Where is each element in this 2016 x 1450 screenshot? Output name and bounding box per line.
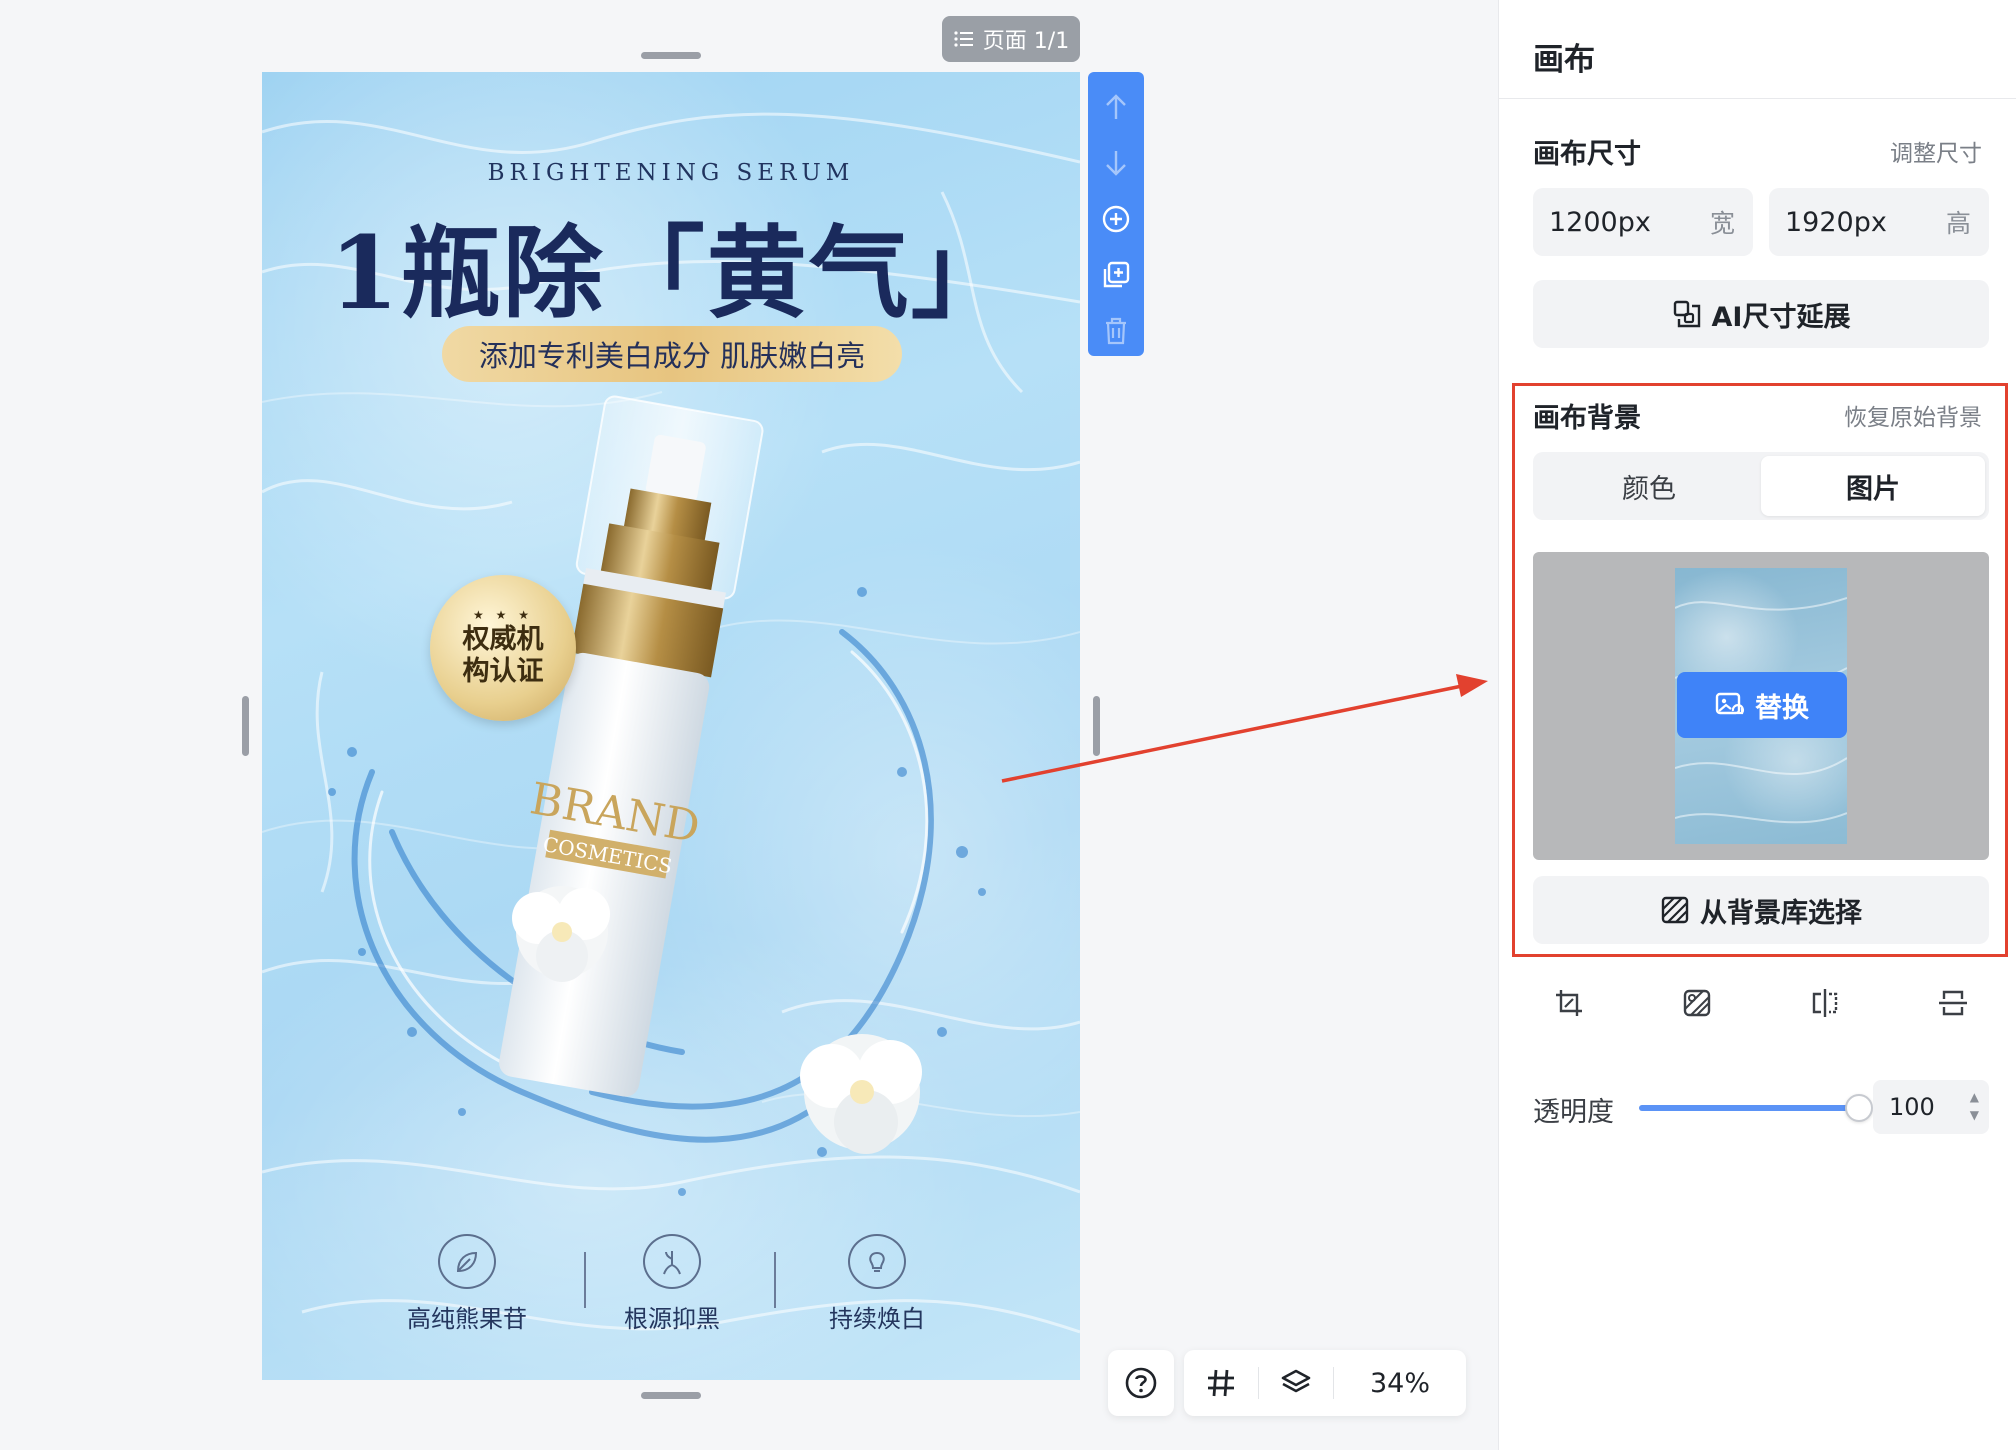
width-value: 1200px xyxy=(1549,206,1651,238)
trash-icon[interactable] xyxy=(1096,306,1136,356)
opacity-input[interactable]: 100 ▲ ▼ xyxy=(1873,1080,1989,1134)
zoom-controls: 34% xyxy=(1184,1350,1466,1416)
opacity-value: 100 xyxy=(1889,1093,1935,1121)
stepper-icon[interactable]: ▲ ▼ xyxy=(1970,1088,1979,1124)
arrow-up-icon[interactable] xyxy=(1096,82,1136,132)
height-input[interactable]: 1920px 高 xyxy=(1769,188,1989,256)
resize-link[interactable]: 调整尺寸 xyxy=(1890,134,1982,168)
ai-resize-label: AI尺寸延展 xyxy=(1711,301,1851,333)
question-icon xyxy=(1125,1367,1157,1399)
panel-title: 画布 xyxy=(1533,42,1595,78)
seal-line-1: 权威机 xyxy=(462,624,544,655)
leaf-icon xyxy=(438,1234,496,1289)
flower-right xyxy=(800,1034,922,1154)
page-indicator[interactable]: 页面 1/1 xyxy=(942,16,1080,62)
product-illustration: BRAND COSMETICS xyxy=(328,395,986,1196)
page-indicator-label: 页面 1/1 xyxy=(982,29,1070,54)
poster-canvas[interactable]: BRIGHTENING SERUM 1瓶除「黄气」 添加专利美白成分 肌肤嫩白亮 xyxy=(262,72,1080,1380)
help-button[interactable] xyxy=(1108,1350,1174,1416)
height-value: 1920px xyxy=(1785,206,1887,238)
list-icon xyxy=(954,31,973,47)
resize-handle-bottom[interactable] xyxy=(641,1392,701,1399)
pattern-icon[interactable] xyxy=(1675,980,1719,1026)
image-tools xyxy=(1533,980,1989,1026)
feature-item: 高纯熊果苷 xyxy=(382,1234,552,1334)
feature-label: 高纯熊果苷 xyxy=(407,1305,527,1333)
zoom-level[interactable]: 34% xyxy=(1334,1368,1466,1399)
grid-button[interactable] xyxy=(1184,1350,1258,1416)
slider-knob[interactable] xyxy=(1845,1094,1873,1122)
feature-label: 持续焕白 xyxy=(829,1305,925,1333)
layers-icon xyxy=(1281,1369,1311,1393)
grid-icon xyxy=(1208,1369,1234,1397)
feature-item: 持续焕白 xyxy=(792,1234,962,1334)
lightbulb-icon xyxy=(848,1234,906,1289)
flip-horizontal-icon[interactable] xyxy=(1803,980,1847,1026)
layers-button[interactable] xyxy=(1259,1350,1333,1416)
opacity-slider[interactable] xyxy=(1639,1094,1873,1122)
resize-handle-left[interactable] xyxy=(242,696,249,756)
feature-list: 高纯熊果苷 根源抑黑 持续焕白 xyxy=(382,1234,962,1334)
height-unit: 高 xyxy=(1945,209,1971,238)
width-unit: 宽 xyxy=(1709,209,1735,238)
ai-resize-button[interactable]: AI尺寸延展 xyxy=(1533,280,1989,348)
flip-vertical-icon[interactable] xyxy=(1931,980,1975,1026)
feature-divider xyxy=(774,1252,776,1308)
feature-item: 根源抑黑 xyxy=(587,1234,757,1334)
canvas-size-title: 画布尺寸 xyxy=(1533,139,1641,170)
panel-divider xyxy=(1499,98,2016,99)
feature-label: 根源抑黑 xyxy=(624,1305,720,1333)
certification-seal: ★ ★ ★ 权威机 构认证 xyxy=(430,575,576,721)
slider-fill xyxy=(1639,1105,1859,1111)
add-circle-icon[interactable] xyxy=(1096,194,1136,244)
seal-line-2: 构认证 xyxy=(462,656,544,687)
duplicate-icon[interactable] xyxy=(1096,250,1136,300)
width-input[interactable]: 1200px 宽 xyxy=(1533,188,1753,256)
crop-icon[interactable] xyxy=(1547,980,1591,1026)
resize-handle-right[interactable] xyxy=(1093,696,1100,756)
ai-expand-icon xyxy=(1673,300,1700,328)
annotation-highlight-box xyxy=(1512,383,2008,957)
element-toolbar xyxy=(1088,72,1144,356)
opacity-label: 透明度 xyxy=(1533,1097,1614,1128)
resize-handle-top[interactable] xyxy=(641,52,701,59)
root-icon xyxy=(643,1234,701,1289)
arrow-down-icon[interactable] xyxy=(1096,138,1136,188)
seal-stars: ★ ★ ★ xyxy=(473,608,533,622)
feature-divider xyxy=(584,1252,586,1308)
